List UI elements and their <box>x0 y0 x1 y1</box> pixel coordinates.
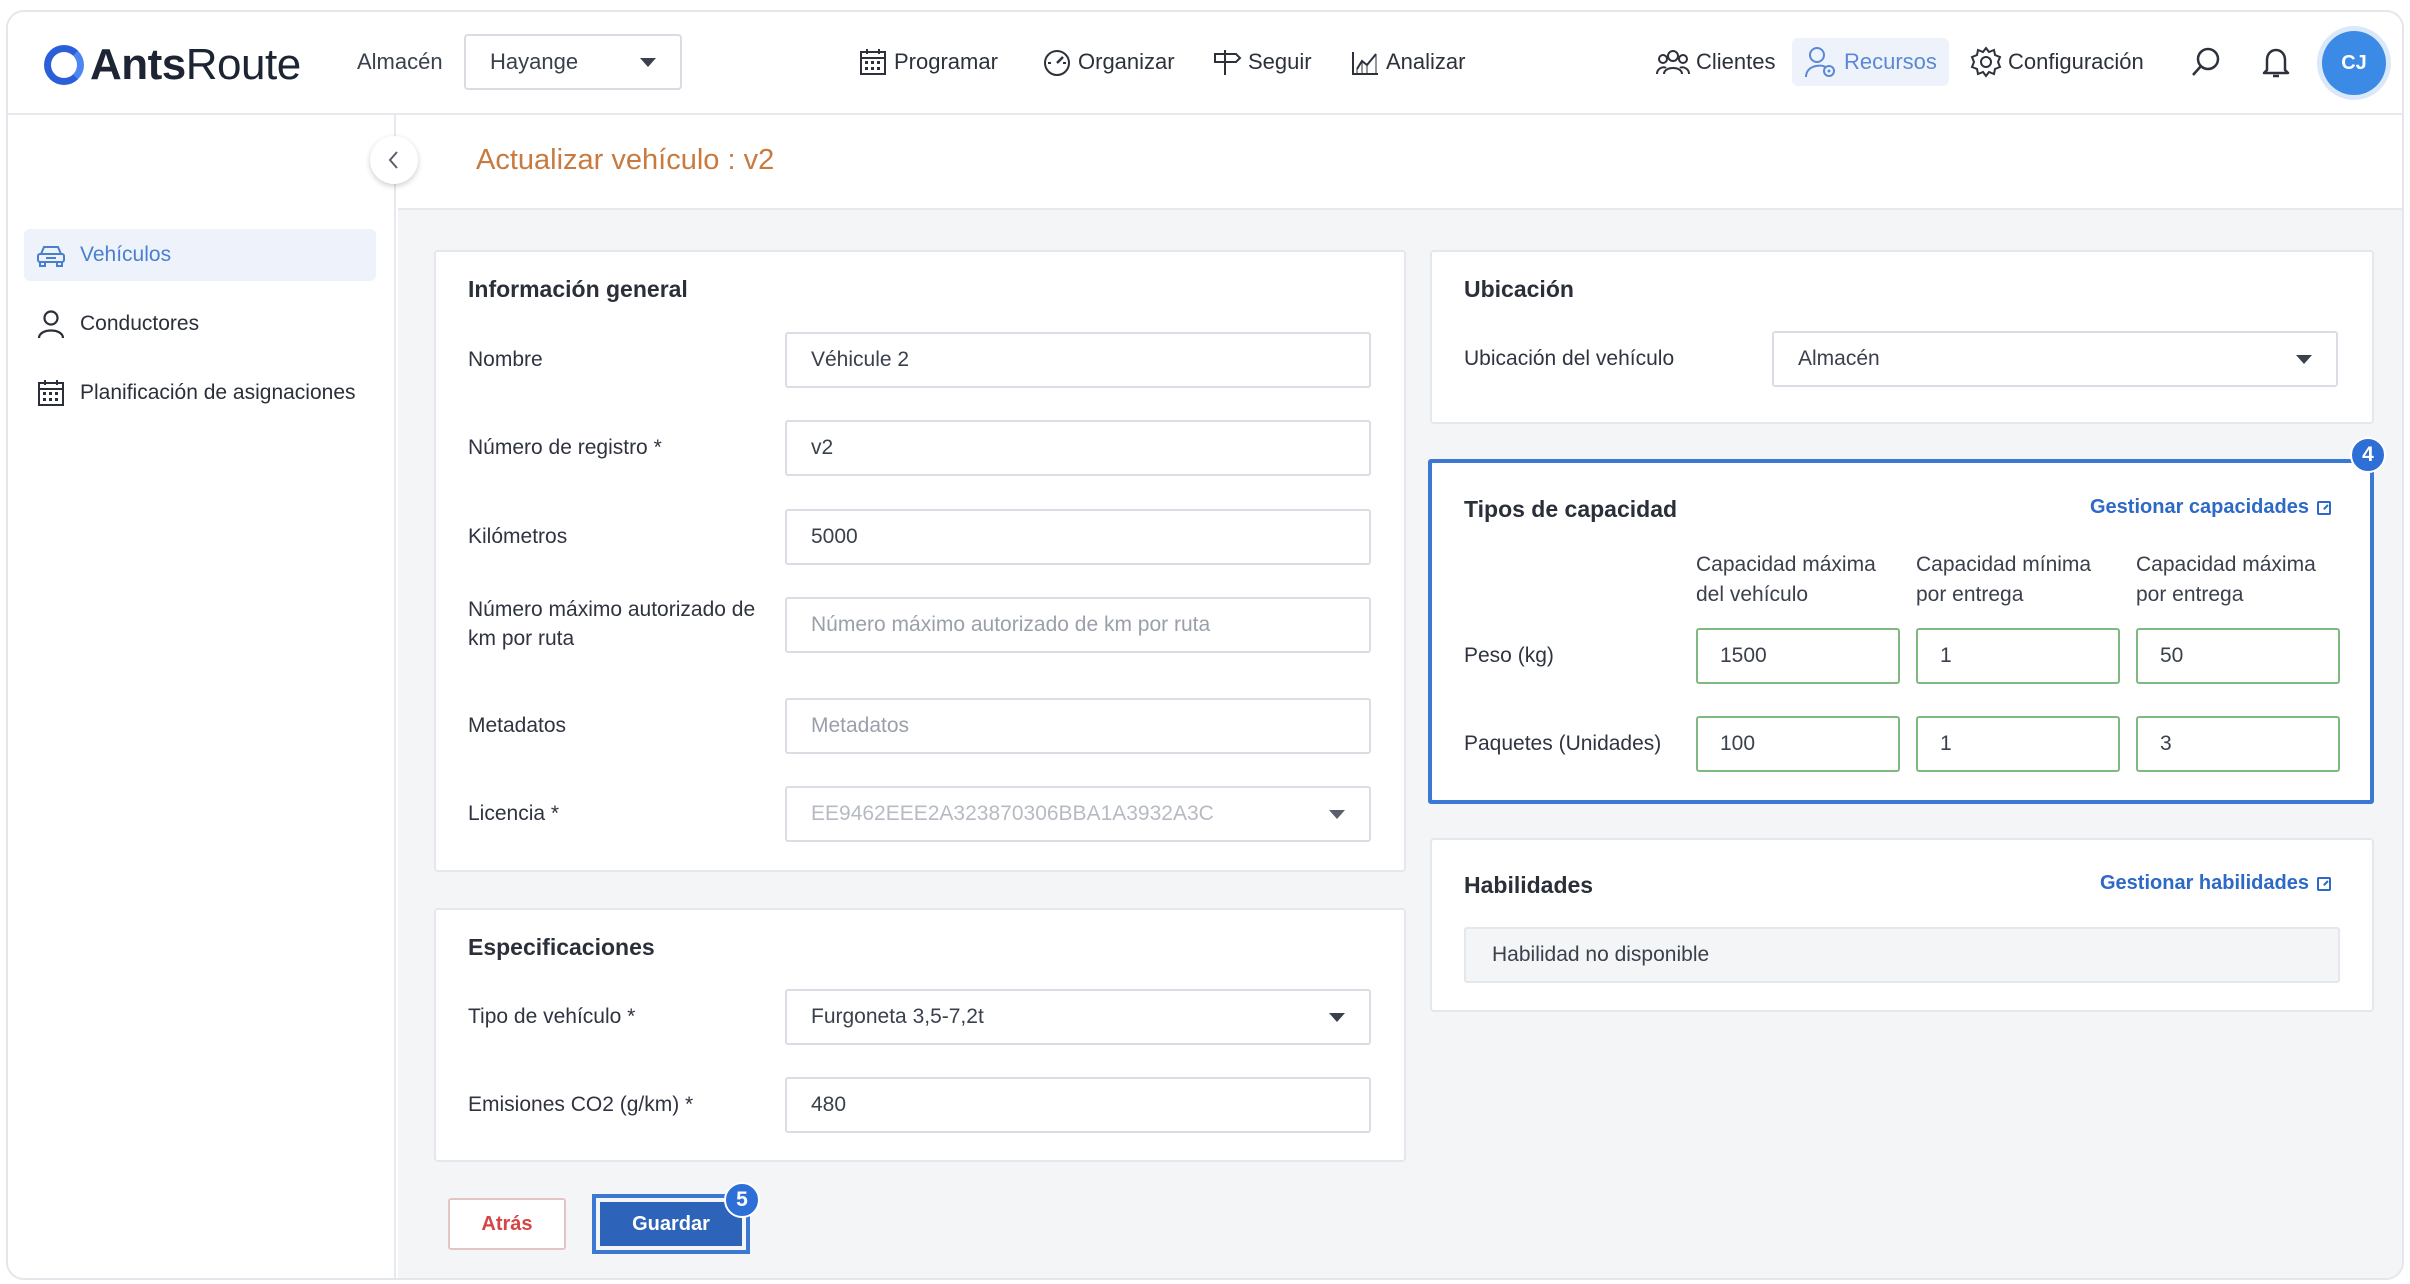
skills-empty-state: Habilidad no disponible <box>1464 927 2340 983</box>
warehouse-label: Almacén <box>357 49 443 74</box>
step-badge-4: 4 <box>2350 437 2386 473</box>
max-km-input[interactable]: Número máximo autorizado de km por ruta <box>785 597 1371 653</box>
max-km-label: Número máximo autorizado de km por ruta <box>468 598 756 650</box>
car-icon <box>37 246 65 267</box>
specs-title: Especificaciones <box>468 934 655 960</box>
nav-clientes[interactable]: Clientes <box>1656 42 1775 82</box>
nav-programar[interactable]: Programar <box>858 42 998 82</box>
back-button[interactable]: Atrás <box>448 1198 566 1250</box>
calendar-icon <box>38 380 64 406</box>
nav-analizar[interactable]: Analizar <box>1350 42 1465 82</box>
weight-label: Peso (kg) <box>1464 644 1554 667</box>
chevron-left-icon <box>388 151 398 169</box>
person-icon <box>37 310 65 339</box>
manage-skills-link[interactable]: Gestionar habilidades <box>2100 872 2331 895</box>
name-label: Nombre <box>468 348 543 371</box>
sidebar-item-conductores[interactable]: Conductores <box>24 298 376 350</box>
search-icon[interactable] <box>2186 42 2226 82</box>
top-navbar: AntsRoute Almacén Hayange Programar Orga… <box>8 12 2402 115</box>
vehicle-location-label: Ubicación del vehículo <box>1464 347 1675 370</box>
registration-input[interactable]: v2 <box>785 420 1371 476</box>
packages-label: Paquetes (Unidades) <box>1464 732 1662 755</box>
weight-max-vehicle-input[interactable]: 1500 <box>1696 628 1900 684</box>
location-title: Ubicación <box>1464 276 1574 302</box>
capacity-title: Tipos de capacidad <box>1464 496 1678 522</box>
metadata-label: Metadatos <box>468 714 567 737</box>
logo-mark-icon <box>44 45 84 85</box>
license-label: Licencia * <box>468 802 560 825</box>
app-logo[interactable]: AntsRoute <box>44 40 301 90</box>
kilometers-label: Kilómetros <box>468 525 568 548</box>
packages-max-vehicle-input[interactable]: 100 <box>1696 716 1900 772</box>
nav-seguir[interactable]: Seguir <box>1212 42 1312 82</box>
sidebar-item-planificacion[interactable]: Planificación de asignaciones <box>24 367 376 419</box>
chevron-down-icon <box>2296 354 2312 364</box>
calendar-icon <box>860 49 886 75</box>
nav-configuracion[interactable]: Configuración <box>1970 42 2144 82</box>
gear-icon <box>1970 46 2002 78</box>
chevron-down-icon <box>1329 809 1345 819</box>
vehicle-type-label: Tipo de vehículo * <box>468 1005 636 1028</box>
packages-max-delivery-input[interactable]: 3 <box>2136 716 2340 772</box>
avatar[interactable]: CJ <box>2322 31 2386 95</box>
signpost-icon <box>1214 50 1242 75</box>
packages-min-delivery-input[interactable]: 1 <box>1916 716 2120 772</box>
co2-input[interactable]: 480 <box>785 1077 1371 1133</box>
gauge-icon <box>1044 50 1070 76</box>
page-title: Actualizar vehículo : v2 <box>476 144 775 176</box>
name-input[interactable]: Véhicule 2 <box>785 332 1371 388</box>
kilometers-input[interactable]: 5000 <box>785 509 1371 565</box>
sidebar: Vehículos Conductores Planificación de a… <box>8 115 396 1278</box>
co2-label: Emisiones CO2 (g/km) * <box>468 1093 694 1116</box>
warehouse-select[interactable]: Hayange <box>464 34 682 90</box>
resources-icon <box>1805 47 1835 78</box>
col-min-delivery: Capacidad mínima por entrega <box>1916 553 2092 606</box>
chart-icon <box>1352 52 1378 75</box>
skills-card <box>1430 838 2374 1012</box>
weight-min-delivery-input[interactable]: 1 <box>1916 628 2120 684</box>
chevron-down-icon <box>1329 1012 1345 1022</box>
manage-capacities-link[interactable]: Gestionar capacidades <box>2090 496 2331 519</box>
bell-icon[interactable] <box>2256 42 2296 82</box>
group-icon <box>1656 50 1690 75</box>
chevron-down-icon <box>640 57 656 67</box>
general-info-title: Información general <box>468 276 688 302</box>
save-button[interactable]: Guardar <box>600 1202 742 1246</box>
registration-label: Número de registro * <box>468 436 662 459</box>
nav-organizar[interactable]: Organizar <box>1042 42 1175 82</box>
sidebar-item-vehiculos[interactable]: Vehículos <box>24 229 376 281</box>
external-link-icon <box>2316 500 2331 515</box>
external-link-icon <box>2316 876 2331 891</box>
col-max-delivery: Capacidad máxima por entrega <box>2136 553 2316 606</box>
col-max-vehicle: Capacidad máxima del vehículo <box>1696 553 1876 606</box>
sidebar-collapse-button[interactable] <box>370 136 418 184</box>
vehicle-type-select[interactable]: Furgoneta 3,5-7,2t <box>785 989 1371 1045</box>
vehicle-location-select[interactable]: Almacén <box>1772 331 2338 387</box>
metadata-input[interactable]: Metadatos <box>785 698 1371 754</box>
step-badge-5: 5 <box>724 1182 760 1218</box>
skills-title: Habilidades <box>1464 872 1594 898</box>
license-select[interactable]: EE9462EEE2A323870306BBA1A3932A3C <box>785 786 1371 842</box>
nav-recursos[interactable]: Recursos <box>1792 38 1949 86</box>
app-window: AntsRoute Almacén Hayange Programar Orga… <box>6 10 2404 1280</box>
weight-max-delivery-input[interactable]: 50 <box>2136 628 2340 684</box>
